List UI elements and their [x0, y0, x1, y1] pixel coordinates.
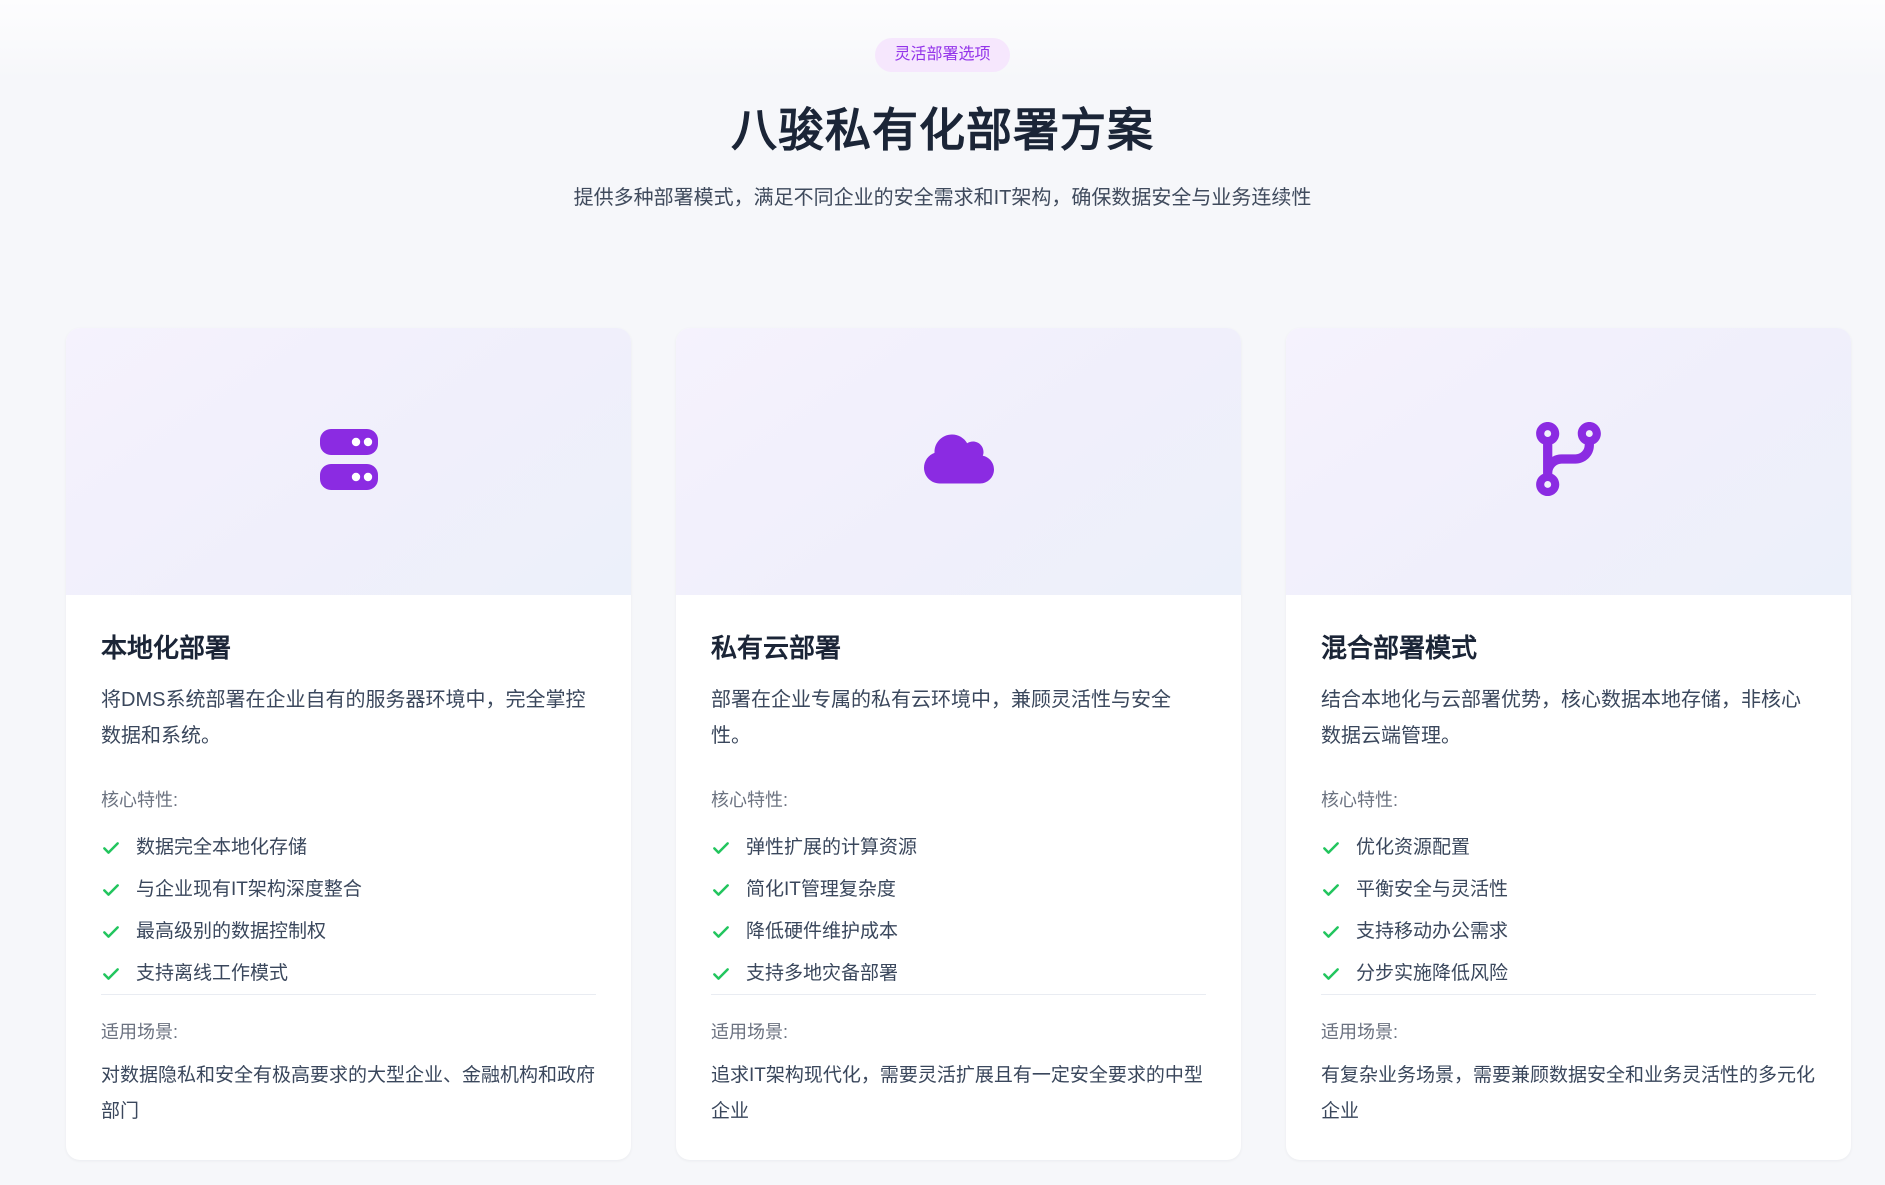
check-icon: [101, 964, 121, 984]
feature-item: 分步实施降低风险: [1321, 962, 1816, 986]
feature-text: 分步实施降低风险: [1356, 962, 1508, 986]
card-description: 将DMS系统部署在企业自有的服务器环境中，完全掌控数据和系统。: [101, 682, 596, 754]
git-branch-icon: [1536, 422, 1601, 501]
feature-text: 支持多地灾备部署: [746, 962, 898, 986]
scenario-block: 适用场景: 对数据隐私和安全有极高要求的大型企业、金融机构和政府部门: [101, 994, 596, 1130]
features-list: 弹性扩展的计算资源 简化IT管理复杂度 降低硬件维护成本: [711, 818, 1206, 986]
feature-text: 平衡安全与灵活性: [1356, 878, 1508, 902]
check-icon: [101, 922, 121, 942]
features-label: 核心特性:: [101, 786, 596, 812]
feature-item: 支持多地灾备部署: [711, 962, 1206, 986]
page-subtitle: 提供多种部署模式，满足不同企业的安全需求和IT架构，确保数据安全与业务连续性: [0, 181, 1885, 210]
badge-row: 灵活部署选项: [0, 38, 1885, 72]
check-icon: [101, 838, 121, 858]
scenario-text: 有复杂业务场景，需要兼顾数据安全和业务灵活性的多元化企业: [1321, 1058, 1816, 1130]
section-badge: 灵活部署选项: [875, 38, 1009, 72]
card-header: [676, 328, 1241, 595]
feature-text: 降低硬件维护成本: [746, 920, 898, 944]
scenario-label: 适用场景:: [1321, 1018, 1816, 1044]
deployment-section: 灵活部署选项 八骏私有化部署方案 提供多种部署模式，满足不同企业的安全需求和IT…: [0, 0, 1885, 1160]
features-label: 核心特性:: [1321, 786, 1816, 812]
server-icon: [319, 428, 379, 496]
card-local-deployment: 本地化部署 将DMS系统部署在企业自有的服务器环境中，完全掌控数据和系统。 核心…: [66, 328, 631, 1160]
feature-text: 简化IT管理复杂度: [746, 878, 896, 902]
scenario-label: 适用场景:: [101, 1018, 596, 1044]
feature-item: 数据完全本地化存储: [101, 836, 596, 860]
feature-item: 支持移动办公需求: [1321, 920, 1816, 944]
check-icon: [711, 880, 731, 900]
check-icon: [1321, 964, 1341, 984]
check-icon: [711, 922, 731, 942]
check-icon: [711, 838, 731, 858]
feature-text: 与企业现有IT架构深度整合: [136, 878, 362, 902]
card-body: 本地化部署 将DMS系统部署在企业自有的服务器环境中，完全掌控数据和系统。 核心…: [66, 595, 631, 1160]
feature-text: 支持移动办公需求: [1356, 920, 1508, 944]
check-icon: [101, 880, 121, 900]
check-icon: [711, 964, 731, 984]
feature-item: 平衡安全与灵活性: [1321, 878, 1816, 902]
feature-text: 支持离线工作模式: [136, 962, 288, 986]
scenario-label: 适用场景:: [711, 1018, 1206, 1044]
check-icon: [1321, 922, 1341, 942]
feature-item: 支持离线工作模式: [101, 962, 596, 986]
scenario-block: 适用场景: 追求IT架构现代化，需要灵活扩展且有一定安全要求的中型企业: [711, 994, 1206, 1130]
card-description: 结合本地化与云部署优势，核心数据本地存储，非核心数据云端管理。: [1321, 682, 1816, 754]
feature-item: 弹性扩展的计算资源: [711, 836, 1206, 860]
feature-item: 简化IT管理复杂度: [711, 878, 1206, 902]
page-title: 八骏私有化部署方案: [0, 94, 1885, 160]
feature-item: 降低硬件维护成本: [711, 920, 1206, 944]
card-header: [1286, 328, 1851, 595]
check-icon: [1321, 880, 1341, 900]
card-body: 私有云部署 部署在企业专属的私有云环境中，兼顾灵活性与安全性。 核心特性: 弹性…: [676, 595, 1241, 1160]
feature-text: 最高级别的数据控制权: [136, 920, 326, 944]
card-description: 部署在企业专属的私有云环境中，兼顾灵活性与安全性。: [711, 682, 1206, 754]
feature-item: 与企业现有IT架构深度整合: [101, 878, 596, 902]
feature-text: 优化资源配置: [1356, 836, 1470, 860]
cloud-icon: [924, 431, 994, 492]
feature-text: 弹性扩展的计算资源: [746, 836, 917, 860]
features-label: 核心特性:: [711, 786, 1206, 812]
card-private-cloud-deployment: 私有云部署 部署在企业专属的私有云环境中，兼顾灵活性与安全性。 核心特性: 弹性…: [676, 328, 1241, 1160]
features-list: 数据完全本地化存储 与企业现有IT架构深度整合 最高级别的数据控制权: [101, 818, 596, 986]
scenario-block: 适用场景: 有复杂业务场景，需要兼顾数据安全和业务灵活性的多元化企业: [1321, 994, 1816, 1130]
feature-item: 优化资源配置: [1321, 836, 1816, 860]
features-list: 优化资源配置 平衡安全与灵活性 支持移动办公需求: [1321, 818, 1816, 986]
feature-item: 最高级别的数据控制权: [101, 920, 596, 944]
card-body: 混合部署模式 结合本地化与云部署优势，核心数据本地存储，非核心数据云端管理。 核…: [1286, 595, 1851, 1160]
card-hybrid-deployment: 混合部署模式 结合本地化与云部署优势，核心数据本地存储，非核心数据云端管理。 核…: [1286, 328, 1851, 1160]
scenario-text: 追求IT架构现代化，需要灵活扩展且有一定安全要求的中型企业: [711, 1058, 1206, 1130]
scenario-text: 对数据隐私和安全有极高要求的大型企业、金融机构和政府部门: [101, 1058, 596, 1130]
check-icon: [1321, 838, 1341, 858]
card-header: [66, 328, 631, 595]
feature-text: 数据完全本地化存储: [136, 836, 307, 860]
deployment-cards: 本地化部署 将DMS系统部署在企业自有的服务器环境中，完全掌控数据和系统。 核心…: [66, 328, 1851, 1160]
card-title: 本地化部署: [101, 628, 596, 665]
card-title: 混合部署模式: [1321, 628, 1816, 665]
card-title: 私有云部署: [711, 628, 1206, 665]
